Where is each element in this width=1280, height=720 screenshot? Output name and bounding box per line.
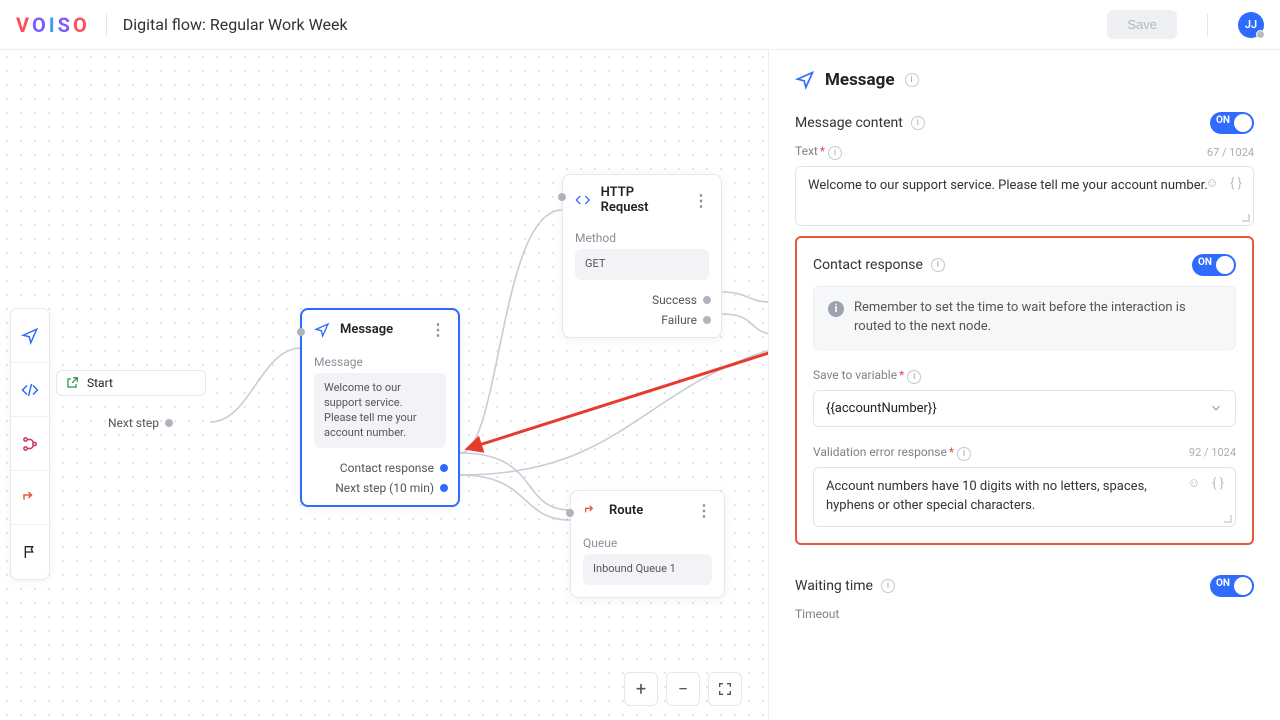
send-icon xyxy=(314,322,330,338)
section-title: Message content xyxy=(795,115,903,131)
tool-redirect-icon[interactable] xyxy=(11,471,49,525)
message-content-header: Message content i ON xyxy=(795,112,1254,134)
message-node[interactable]: Message ⋮ Message Welcome to our support… xyxy=(300,308,460,507)
validation-label: Validation error response xyxy=(813,445,947,459)
port-contact-response[interactable]: Contact response xyxy=(302,458,458,478)
node-title: HTTP Request xyxy=(601,185,683,215)
port-failure[interactable]: Failure xyxy=(563,310,721,337)
section-title: Waiting time xyxy=(795,578,873,594)
info-filled-icon: i xyxy=(828,301,844,317)
start-node[interactable]: Start xyxy=(56,370,206,396)
info-icon[interactable]: i xyxy=(905,73,919,87)
properties-panel: Message i Message content i ON Text* i 6… xyxy=(768,50,1280,720)
start-icon xyxy=(65,376,79,390)
text-value: Welcome to our support service. Please t… xyxy=(808,178,1208,193)
emoji-icon[interactable]: ☺ xyxy=(1185,476,1203,494)
chevron-down-icon xyxy=(1209,401,1223,415)
contact-response-notice: i Remember to set the time to wait befor… xyxy=(813,286,1236,350)
port-success[interactable]: Success xyxy=(563,290,721,310)
node-section-label: Queue xyxy=(571,530,724,554)
tool-flag-icon[interactable] xyxy=(11,525,49,579)
annotation-arrow xyxy=(458,346,778,466)
http-method-chip: GET xyxy=(575,249,709,280)
info-icon[interactable]: i xyxy=(957,447,971,461)
start-label: Start xyxy=(87,376,113,390)
message-text-input[interactable]: Welcome to our support service. Please t… xyxy=(795,166,1254,226)
resize-handle-icon[interactable] xyxy=(1224,515,1232,523)
text-counter: 67 / 1024 xyxy=(1207,146,1254,159)
contact-response-callout: Contact response i ON i Remember to set … xyxy=(795,236,1254,545)
redirect-icon xyxy=(583,503,599,519)
zoom-fit-button[interactable] xyxy=(708,672,742,706)
node-section-label: Method xyxy=(563,225,721,249)
panel-title: Message xyxy=(825,70,895,90)
input-port[interactable] xyxy=(297,328,305,336)
contact-response-toggle[interactable]: ON xyxy=(1192,254,1236,276)
code-icon xyxy=(575,192,591,208)
message-preview: Welcome to our support service. Please t… xyxy=(314,373,446,448)
start-port[interactable]: Next step xyxy=(108,416,173,430)
info-icon[interactable]: i xyxy=(931,258,945,272)
validation-text-input[interactable]: Account numbers have 10 digits with no l… xyxy=(813,467,1236,527)
app-logo: VOISO xyxy=(16,13,90,37)
waiting-time-toggle[interactable]: ON xyxy=(1210,575,1254,597)
zoom-out-button[interactable]: − xyxy=(666,672,700,706)
info-icon[interactable]: i xyxy=(881,579,895,593)
info-icon[interactable]: i xyxy=(907,370,921,384)
tool-send-icon[interactable] xyxy=(11,309,49,363)
tool-code-icon[interactable] xyxy=(11,363,49,417)
http-request-node[interactable]: HTTP Request ⋮ Method GET Success Failur… xyxy=(562,174,722,338)
route-queue-chip: Inbound Queue 1 xyxy=(583,554,712,585)
save-variable-label: Save to variable xyxy=(813,368,897,382)
node-toolbar xyxy=(10,308,50,580)
node-menu-icon[interactable]: ⋮ xyxy=(696,501,712,520)
input-port[interactable] xyxy=(566,509,574,517)
tool-branch-icon[interactable] xyxy=(11,417,49,471)
select-value: {{accountNumber}} xyxy=(826,401,937,416)
divider xyxy=(106,14,107,36)
user-avatar[interactable]: JJ xyxy=(1238,12,1264,38)
timeout-label: Timeout xyxy=(795,607,839,621)
zoom-controls: + − xyxy=(624,672,742,706)
input-port[interactable] xyxy=(558,193,566,201)
route-node[interactable]: Route ⋮ Queue Inbound Queue 1 xyxy=(570,490,725,598)
validation-counter: 92 / 1024 xyxy=(1189,446,1236,459)
emoji-icon[interactable]: ☺ xyxy=(1203,175,1221,193)
info-icon[interactable]: i xyxy=(911,116,925,130)
message-content-toggle[interactable]: ON xyxy=(1210,112,1254,134)
text-value: Account numbers have 10 digits with no l… xyxy=(826,479,1147,513)
node-menu-icon[interactable]: ⋮ xyxy=(430,320,446,339)
notice-text: Remember to set the time to wait before … xyxy=(854,299,1221,337)
node-menu-icon[interactable]: ⋮ xyxy=(693,191,709,210)
page-title: Digital flow: Regular Work Week xyxy=(123,15,348,34)
section-title: Contact response xyxy=(813,257,923,273)
variable-icon[interactable]: { } xyxy=(1227,175,1245,193)
node-title: Message xyxy=(340,322,393,337)
expand-icon xyxy=(717,681,733,697)
resize-handle-icon[interactable] xyxy=(1242,214,1250,222)
app-header: VOISO Digital flow: Regular Work Week Sa… xyxy=(0,0,1280,50)
send-icon xyxy=(795,70,815,90)
flow-canvas[interactable]: Start Next step Message ⋮ Message Welcom… xyxy=(0,50,768,720)
node-title: Route xyxy=(609,503,643,518)
text-field-label: Text xyxy=(795,144,818,158)
divider xyxy=(1207,14,1208,36)
save-button[interactable]: Save xyxy=(1107,10,1177,39)
node-section-label: Message xyxy=(302,349,458,373)
zoom-in-button[interactable]: + xyxy=(624,672,658,706)
save-variable-select[interactable]: {{accountNumber}} xyxy=(813,390,1236,427)
port-next-step[interactable]: Next step (10 min) xyxy=(302,478,458,505)
info-icon[interactable]: i xyxy=(828,146,842,160)
variable-icon[interactable]: { } xyxy=(1209,476,1227,494)
